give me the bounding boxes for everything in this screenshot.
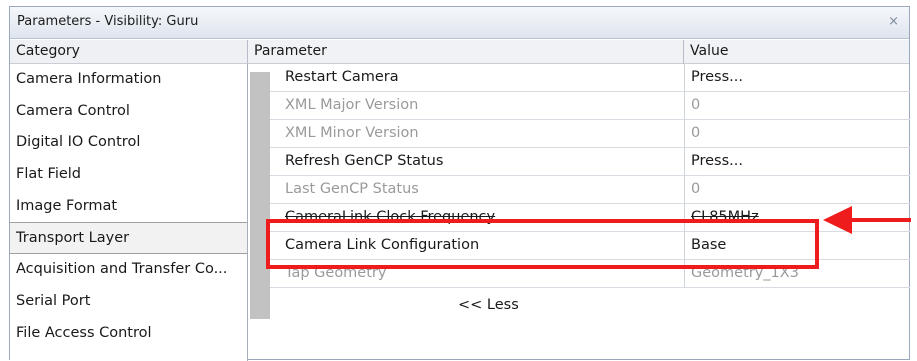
parameter-row-restart-camera[interactable]: Restart Camera Press... [270,64,910,92]
close-icon[interactable]: × [888,14,899,29]
category-item-digital-io-control[interactable]: Digital IO Control [10,127,247,159]
category-list: Camera Information Camera Control Digita… [10,64,248,361]
refresh-gencp-status-button[interactable]: Press... [691,153,743,169]
category-item-serial-port[interactable]: Serial Port [10,286,247,318]
category-item-image-format[interactable]: Image Format [10,191,247,223]
parameter-row-refresh-gencp-status[interactable]: Refresh GenCP Status Press... [270,148,910,176]
window-title: Parameters - Visibility: Guru [17,14,199,29]
category-column-header: Category [10,40,248,64]
restart-camera-button[interactable]: Press... [691,69,743,85]
title-bar: Parameters - Visibility: Guru × [10,7,909,39]
parameter-row-last-gencp-status[interactable]: Last GenCP Status 0 [270,176,910,204]
category-item-camera-control[interactable]: Camera Control [10,96,247,128]
category-item-acquisition-and-transfer[interactable]: Acquisition and Transfer Co... [10,254,247,286]
parameter-row-xml-minor-version[interactable]: XML Minor Version 0 [270,120,910,148]
less-button[interactable]: << Less [458,297,519,313]
parameter-row-xml-major-version[interactable]: XML Major Version 0 [270,92,910,120]
parameter-column-header[interactable]: Parameter [248,40,684,64]
highlight-rectangle [266,219,819,269]
column-header-row: Category Parameter Value [10,40,909,64]
category-item-file-access-control[interactable]: File Access Control [10,318,247,350]
value-column-header[interactable]: Value [684,40,909,64]
parameters-window: Parameters - Visibility: Guru × Category… [9,6,910,361]
category-item-flat-field[interactable]: Flat Field [10,159,247,191]
category-item-camera-information[interactable]: Camera Information [10,64,247,96]
group-indent-bar [250,72,270,319]
category-item-transport-layer[interactable]: Transport Layer [10,222,247,255]
